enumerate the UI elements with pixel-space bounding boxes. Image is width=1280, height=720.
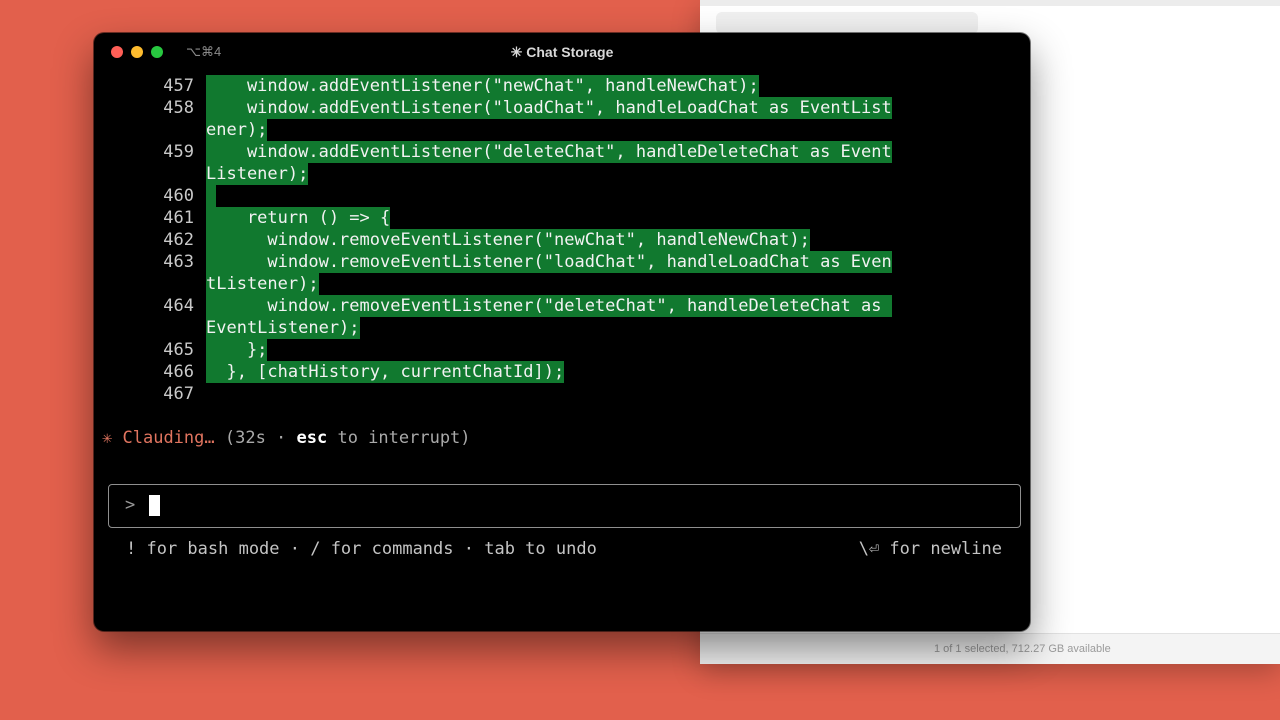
finder-tab[interactable]	[716, 12, 978, 34]
code-line: 462 window.removeEventListener("newChat"…	[94, 229, 1030, 251]
code-text: window.addEventListener("deleteChat", ha…	[206, 141, 892, 163]
code-text: }, [chatHistory, currentChatId]);	[206, 361, 565, 383]
code-text: ener);	[206, 119, 268, 141]
line-number: 465	[163, 340, 194, 360]
code-text: };	[206, 339, 268, 361]
esc-key-hint: esc	[296, 428, 328, 448]
prompt-caret-icon: >	[125, 495, 136, 515]
line-number: 467	[163, 384, 194, 404]
code-text: return () => {	[206, 207, 391, 229]
code-line: 463 window.removeEventListener("loadChat…	[94, 251, 1030, 273]
code-line: 465 };	[94, 339, 1030, 361]
code-line: 464 window.removeEventListener("deleteCh…	[94, 295, 1030, 317]
code-line: 460	[94, 185, 1030, 207]
line-number: 463	[163, 252, 194, 272]
code-line: 461 return () => {	[94, 207, 1030, 229]
status-elapsed-prefix: (32s ·	[214, 428, 297, 448]
help-hints: ! for bash mode · / for commands · tab t…	[126, 539, 597, 559]
code-text: window.addEventListener("newChat", handl…	[206, 75, 759, 97]
line-number: 466	[163, 362, 194, 382]
finder-status-bar: 1 of 1 selected, 712.27 GB available	[700, 633, 1280, 664]
code-line: 459 window.addEventListener("deleteChat"…	[94, 141, 1030, 163]
line-number: 459	[163, 142, 194, 162]
line-number: 461	[163, 208, 194, 228]
title-bar[interactable]: ⌥⌘4 ✳ Chat Storage	[94, 33, 1030, 71]
code-line: 467	[94, 383, 1030, 405]
terminal-window[interactable]: ⌥⌘4 ✳ Chat Storage 457 window.addEventLi…	[94, 33, 1030, 631]
line-number: 464	[163, 296, 194, 316]
window-title: ✳ Chat Storage	[510, 44, 614, 60]
code-line: 458 window.addEventListener("loadChat", …	[94, 97, 1030, 119]
code-text: window.removeEventListener("deleteChat",…	[206, 295, 892, 317]
code-view[interactable]: 457 window.addEventListener("newChat", h…	[94, 75, 1030, 405]
newline-hint: \⏎ for newline	[858, 539, 1002, 559]
code-text: Listener);	[206, 163, 309, 185]
code-line: ener);	[94, 119, 1030, 141]
line-number: 460	[163, 186, 194, 206]
code-line: EventListener);	[94, 317, 1030, 339]
line-number: 462	[163, 230, 194, 250]
status-elapsed-suffix: to interrupt)	[327, 428, 471, 448]
code-line: 457 window.addEventListener("newChat", h…	[94, 75, 1030, 97]
code-text: window.addEventListener("loadChat", hand…	[206, 97, 892, 119]
status-line: ✳ Clauding… (32s · esc to interrupt)	[102, 428, 471, 448]
spinner-icon: ✳	[102, 428, 113, 448]
status-label: Clauding…	[122, 428, 215, 448]
finder-status-text: 1 of 1 selected, 712.27 GB available	[934, 643, 1111, 655]
code-text	[206, 185, 217, 207]
prompt-input[interactable]: >	[108, 484, 1021, 528]
code-line: tListener);	[94, 273, 1030, 295]
finder-toolbar	[700, 0, 1280, 6]
text-cursor	[149, 495, 160, 516]
code-line: 466 }, [chatHistory, currentChatId]);	[94, 361, 1030, 383]
code-text: window.removeEventListener("newChat", ha…	[206, 229, 810, 251]
line-number: 457	[163, 76, 194, 96]
code-text: tListener);	[206, 273, 319, 295]
code-line: Listener);	[94, 163, 1030, 185]
code-text: window.removeEventListener("loadChat", h…	[206, 251, 892, 273]
code-text: EventListener);	[206, 317, 360, 339]
line-number: 458	[163, 98, 194, 118]
